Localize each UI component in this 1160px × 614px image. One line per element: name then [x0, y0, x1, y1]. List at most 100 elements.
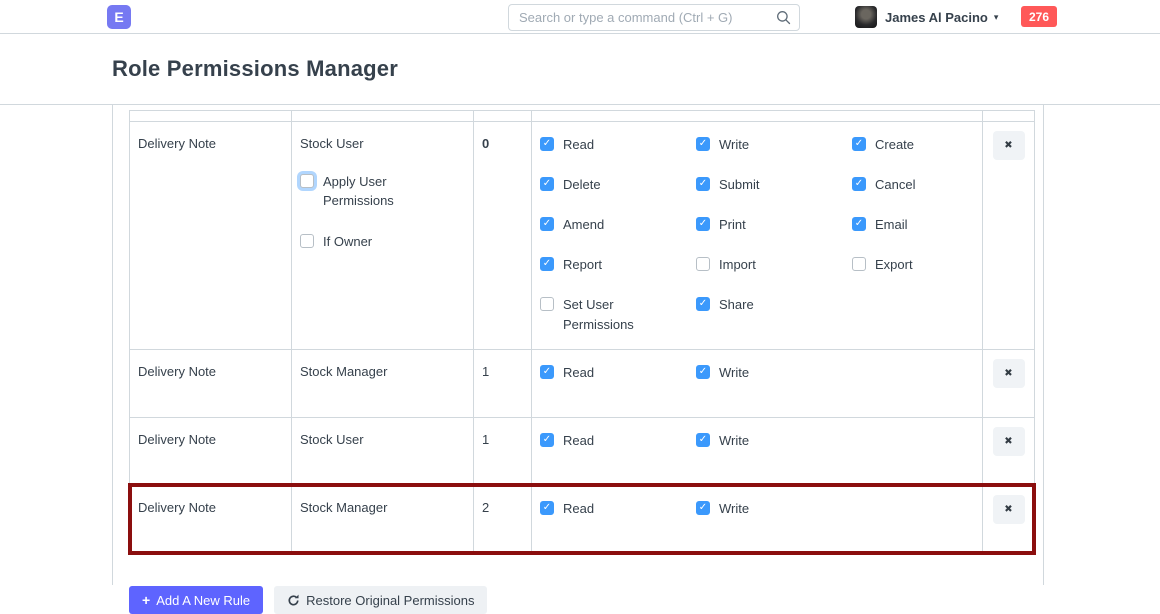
permission-checkbox[interactable]: ✓ Write: [696, 363, 852, 383]
checkbox-label: Set User Permissions: [563, 295, 686, 334]
refresh-icon: [287, 594, 300, 607]
user-avatar: [855, 6, 877, 28]
checkbox-label: Write: [719, 431, 749, 451]
permission-checkbox[interactable]: ✓ Read: [540, 135, 696, 155]
checkbox-icon: ✓: [696, 433, 710, 447]
role-cell: Stock User Apply User Permissions If Own…: [292, 122, 474, 349]
checkbox-icon: ✓: [540, 433, 554, 447]
permission-checkbox[interactable]: ✓ Submit: [696, 175, 852, 195]
checkbox-icon: [696, 257, 710, 271]
checkbox-label: Delete: [563, 175, 601, 195]
checkbox-icon: [300, 234, 314, 248]
level-cell: 2: [474, 486, 532, 553]
checkbox-icon: [300, 174, 314, 188]
add-new-rule-button[interactable]: + Add A New Rule: [129, 586, 263, 614]
permissions-table: Delivery Note Stock User Apply User Perm…: [129, 110, 1035, 554]
document-type-cell: Delivery Note: [130, 486, 292, 553]
checkbox-label: Amend: [563, 215, 604, 235]
checkbox-icon: ✓: [852, 137, 866, 151]
restore-permissions-button[interactable]: Restore Original Permissions: [274, 586, 487, 614]
user-menu[interactable]: James Al Pacino ▾: [855, 6, 998, 28]
permission-checkbox[interactable]: If Owner: [300, 232, 440, 252]
level-cell: 0: [474, 122, 532, 349]
role-cell: Stock User: [292, 418, 474, 485]
permission-checkbox[interactable]: ✓ Read: [540, 431, 696, 451]
checkbox-label: Read: [563, 431, 594, 451]
checkbox-label: If Owner: [323, 232, 372, 252]
delete-rule-button[interactable]: ✖: [993, 427, 1025, 456]
role-options: Apply User Permissions If Owner: [300, 172, 465, 252]
document-type-cell: Delivery Note: [130, 350, 292, 417]
permission-checkbox[interactable]: ✓ Delete: [540, 175, 696, 195]
permission-checkbox[interactable]: Export: [852, 255, 982, 275]
checkbox-icon: ✓: [540, 257, 554, 271]
checkbox-label: Apply User Permissions: [323, 172, 440, 211]
checkbox-icon: ✓: [540, 501, 554, 515]
role-name: Stock User: [300, 135, 465, 154]
search-icon: [776, 10, 791, 30]
checkbox-icon: [540, 297, 554, 311]
permission-checkbox[interactable]: ✓ Email: [852, 215, 982, 235]
permission-checkbox[interactable]: ✓ Read: [540, 499, 696, 519]
delete-rule-button[interactable]: ✖: [993, 359, 1025, 388]
notification-count: 276: [1029, 10, 1049, 24]
permission-checkbox[interactable]: ✓ Cancel: [852, 175, 982, 195]
notification-badge[interactable]: 276: [1021, 6, 1057, 27]
level-cell: 1: [474, 350, 532, 417]
permissions-cell: ✓ Read ✓ Write: [532, 350, 983, 417]
search-input[interactable]: [508, 4, 800, 31]
checkbox-label: Read: [563, 135, 594, 155]
document-type-cell: Delivery Note: [130, 418, 292, 485]
permission-checkbox[interactable]: ✓ Create: [852, 135, 982, 155]
level-cell: 1: [474, 418, 532, 485]
delete-rule-button[interactable]: ✖: [993, 495, 1025, 524]
checkbox-label: Share: [719, 295, 754, 315]
checkbox-label: Write: [719, 135, 749, 155]
permission-checkbox[interactable]: ✓ Amend: [540, 215, 696, 235]
user-name: James Al Pacino: [885, 10, 988, 25]
role-name: Stock Manager: [300, 499, 465, 518]
main-content: Delivery Note Stock User Apply User Perm…: [112, 105, 1044, 585]
permission-checkbox[interactable]: Set User Permissions: [540, 295, 696, 334]
permission-checkbox[interactable]: ✓ Print: [696, 215, 852, 235]
role-cell: Stock Manager: [292, 350, 474, 417]
permission-checkbox[interactable]: Apply User Permissions: [300, 172, 440, 211]
checkbox-label: Submit: [719, 175, 759, 195]
plus-icon: +: [142, 593, 150, 607]
delete-cell: ✖: [983, 486, 1034, 553]
checkbox-label: Create: [875, 135, 914, 155]
restore-permissions-label: Restore Original Permissions: [306, 593, 474, 608]
permission-checkbox[interactable]: ✓ Write: [696, 135, 852, 155]
checkbox-label: Write: [719, 499, 749, 519]
permission-checkbox[interactable]: ✓ Share: [696, 295, 852, 315]
permissions-table-body: Delivery Note Stock User Apply User Perm…: [130, 122, 1034, 553]
permissions-grid: ✓ Read ✓ Write: [532, 486, 982, 553]
checkbox-label: Read: [563, 363, 594, 383]
permissions-grid: ✓ Read ✓ Write: [532, 418, 982, 485]
checkbox-icon: ✓: [696, 217, 710, 231]
permission-checkbox[interactable]: ✓ Write: [696, 431, 852, 451]
actions-bar: + Add A New Rule Restore Original Permis…: [129, 586, 1043, 614]
checkbox-icon: [852, 257, 866, 271]
app-logo-letter: E: [114, 9, 123, 25]
checkbox-icon: ✓: [852, 177, 866, 191]
table-row: Delivery Note Stock User 1 ✓ Read ✓ Writ…: [130, 418, 1034, 486]
delete-cell: ✖: [983, 418, 1034, 485]
add-new-rule-label: Add A New Rule: [156, 593, 250, 608]
checkbox-icon: ✓: [540, 177, 554, 191]
checkbox-label: Export: [875, 255, 913, 275]
checkbox-icon: ✓: [540, 217, 554, 231]
chevron-down-icon: ▾: [994, 12, 999, 23]
role-name: Stock Manager: [300, 363, 465, 382]
checkbox-label: Report: [563, 255, 602, 275]
permission-checkbox[interactable]: ✓ Report: [540, 255, 696, 275]
checkbox-icon: ✓: [540, 365, 554, 379]
delete-rule-button[interactable]: ✖: [993, 131, 1025, 160]
permission-checkbox[interactable]: Import: [696, 255, 852, 275]
checkbox-icon: ✓: [696, 365, 710, 379]
permission-checkbox[interactable]: ✓ Read: [540, 363, 696, 383]
checkbox-icon: ✓: [696, 137, 710, 151]
permission-checkbox[interactable]: ✓ Write: [696, 499, 852, 519]
permissions-cell: ✓ Read ✓ Write: [532, 486, 983, 553]
app-logo-button[interactable]: E: [107, 5, 131, 29]
